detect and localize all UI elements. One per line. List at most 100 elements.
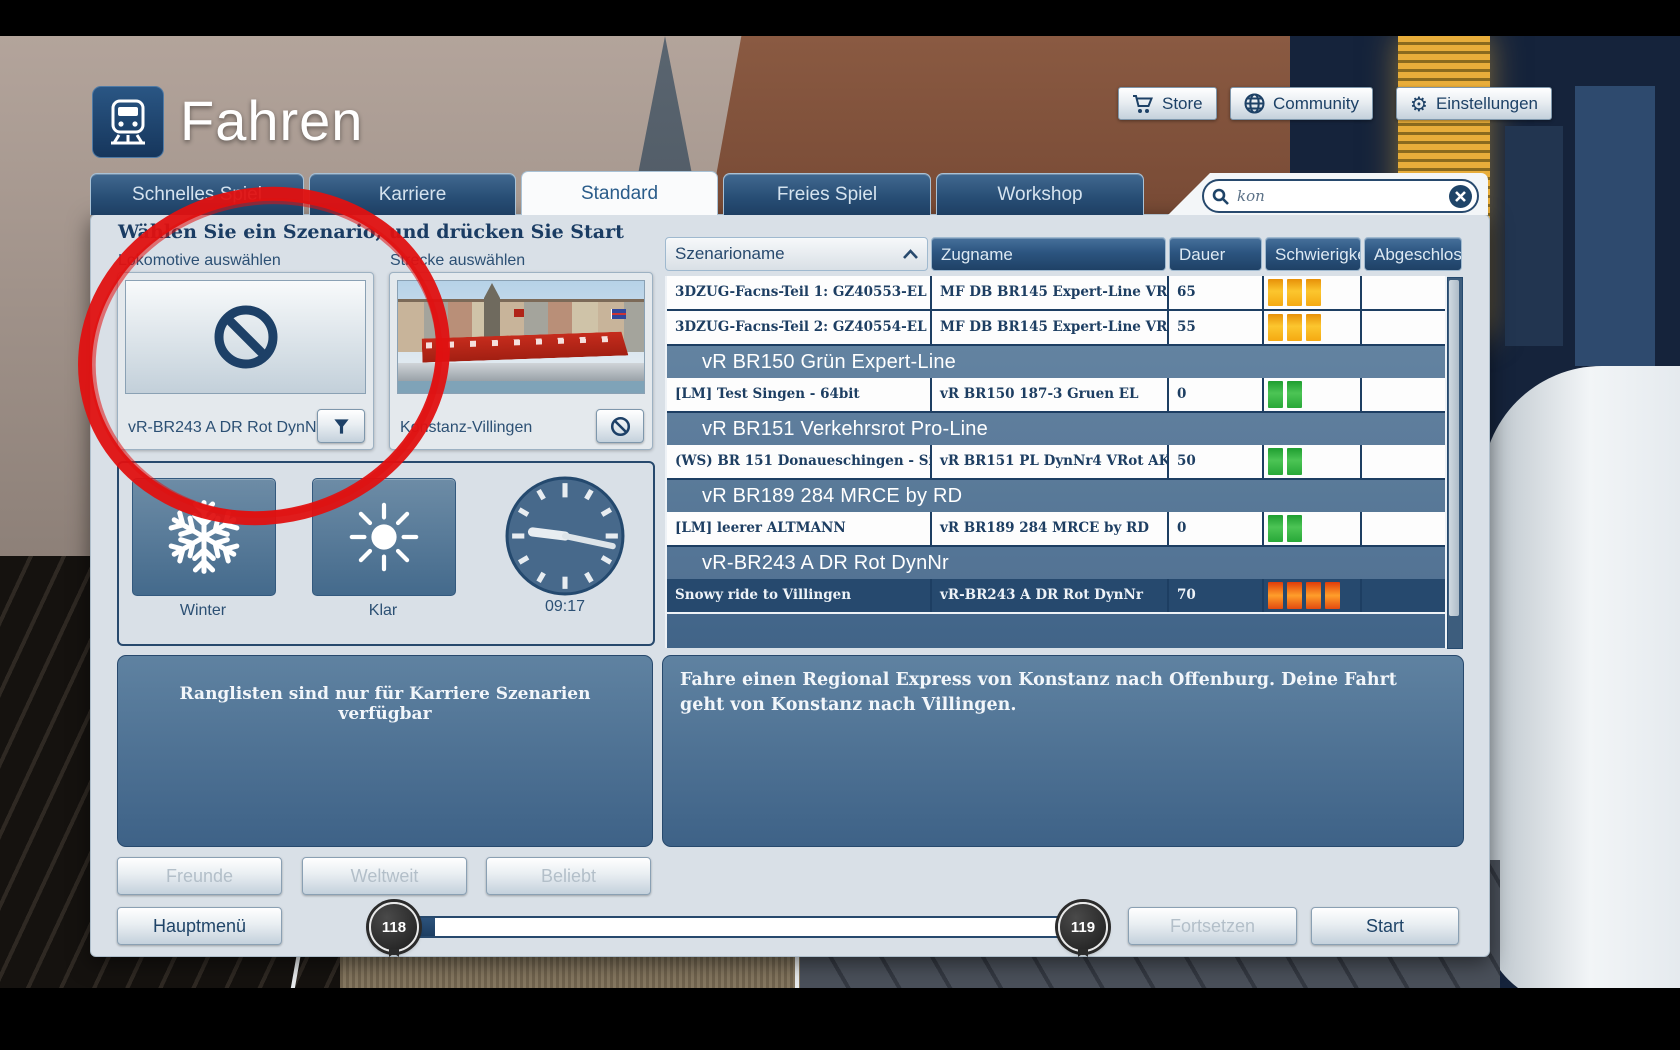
- column-label: Zugname: [941, 245, 1013, 264]
- background-tower: [1575, 86, 1655, 366]
- difficulty-bar: [1325, 582, 1340, 609]
- difficulty-bar: [1306, 279, 1321, 306]
- table-scrollbar[interactable]: [1447, 277, 1463, 649]
- difficulty-bar: [1287, 515, 1302, 542]
- column-header-duration[interactable]: Dauer: [1169, 237, 1262, 271]
- loco-name: vR-BR243 A DR Rot DynNr: [128, 419, 322, 437]
- search-box[interactable]: [1202, 179, 1479, 213]
- table-row[interactable]: Snowy ride to VillingenvR-BR243 A DR Rot…: [667, 579, 1445, 614]
- table-row[interactable]: [LM] leerer ALTMANNvR BR189 284 MRCE by …: [667, 512, 1445, 547]
- popular-button[interactable]: Beliebt: [486, 857, 651, 895]
- table-cell: vR BR150 187-3 Gruen EL: [932, 378, 1167, 411]
- friends-button[interactable]: Freunde: [117, 857, 282, 895]
- progress-track[interactable]: [392, 916, 1085, 938]
- difficulty-bar: [1306, 314, 1321, 341]
- scenario-description-panel: Fahre einen Regional Express von Konstan…: [662, 655, 1464, 847]
- difficulty-bar: [1268, 279, 1283, 306]
- table-group-header[interactable]: vR BR151 Verkehrsrot Pro-Line: [667, 413, 1445, 445]
- close-icon: [1455, 191, 1466, 202]
- table-group-header[interactable]: vR-BR243 A DR Rot DynNr: [667, 547, 1445, 579]
- table-cell: MF DB BR145 Expert-Line VRot: [932, 276, 1167, 309]
- level-badge-left[interactable]: 118: [369, 902, 419, 952]
- tab-freies-spiel[interactable]: Freies Spiel: [723, 173, 931, 215]
- column-label: Dauer: [1179, 245, 1225, 264]
- column-header-train-name[interactable]: Zugname: [931, 237, 1166, 271]
- column-header-scenario-name[interactable]: Szenarioname: [665, 237, 928, 271]
- clock-icon: [504, 475, 626, 597]
- search-input[interactable]: [1235, 186, 1449, 206]
- scrollbar-thumb[interactable]: [1449, 280, 1459, 616]
- loco-filter-button[interactable]: [317, 409, 365, 443]
- resume-button[interactable]: Fortsetzen: [1128, 907, 1297, 945]
- table-cell: 0: [1169, 512, 1262, 545]
- weather-winter-label: Winter: [132, 602, 274, 620]
- difficulty-bar: [1287, 381, 1302, 408]
- table-cell: vR BR151 PL DynNr4 VRot AK69: [932, 445, 1167, 478]
- level-badge-right[interactable]: 119: [1058, 902, 1108, 952]
- sort-asc-icon: [903, 249, 918, 259]
- completed-cell: [1362, 579, 1445, 612]
- start-button[interactable]: Start: [1311, 907, 1459, 945]
- worldwide-button[interactable]: Weltweit: [302, 857, 467, 895]
- tab-workshop[interactable]: Workshop: [936, 173, 1144, 215]
- leaderboard-panel: Ranglisten sind nur für Karriere Szenari…: [117, 655, 653, 847]
- table-row[interactable]: (WS) BR 151 Donaueschingen - SingenvR BR…: [667, 445, 1445, 480]
- route-thumb-bridge: [398, 363, 644, 381]
- route-thumbnail: [397, 280, 645, 394]
- community-button[interactable]: Community: [1230, 87, 1373, 120]
- tab-label: Workshop: [997, 184, 1082, 206]
- difficulty-bars: [1264, 276, 1360, 309]
- loco-select-label: Lokomotive auswählen: [118, 252, 281, 270]
- tab-label: Standard: [581, 183, 658, 205]
- completed-cell: [1362, 378, 1445, 411]
- main-menu-button[interactable]: Hauptmenü: [117, 907, 282, 945]
- time-value: 09:17: [504, 598, 626, 616]
- settings-button[interactable]: ⚙ Einstellungen: [1396, 87, 1552, 120]
- weather-winter-tile[interactable]: [132, 478, 276, 596]
- table-row[interactable]: [LM] Test Singen - 64bitvR BR150 187-3 G…: [667, 378, 1445, 413]
- search-icon: [1212, 188, 1229, 205]
- tab-standard[interactable]: Standard: [521, 171, 718, 215]
- loco-picker-card[interactable]: vR-BR243 A DR Rot DynNr: [117, 272, 374, 450]
- route-picker-card[interactable]: Konstanz-Villingen: [389, 272, 653, 450]
- table-cell: [LM] leerer ALTMANN: [667, 512, 930, 545]
- column-header-difficulty[interactable]: Schwierigke: [1265, 237, 1361, 271]
- difficulty-bar: [1268, 515, 1283, 542]
- tab-label: Freies Spiel: [777, 184, 877, 206]
- select-scenario-heading: Wählen Sie ein Szenario, und drücken Sie…: [118, 221, 624, 243]
- route-clear-button[interactable]: [596, 409, 644, 443]
- table-group-header[interactable]: vR BR189 284 MRCE by RD: [667, 480, 1445, 512]
- resume-label: Fortsetzen: [1170, 916, 1255, 937]
- store-label: Store: [1162, 94, 1203, 114]
- table-cell: 50: [1169, 445, 1262, 478]
- table-cell: [LM] Test Singen - 64bit: [667, 378, 930, 411]
- table-row[interactable]: 3DZUG-Facns-Teil 1: GZ40553-ELMF DB BR14…: [667, 276, 1445, 311]
- search-clear-button[interactable]: [1449, 185, 1472, 208]
- table-cell: 3DZUG-Facns-Teil 2: GZ40554-EL: [667, 311, 930, 344]
- tab-karriere[interactable]: Karriere: [309, 173, 516, 215]
- popular-label: Beliebt: [541, 866, 596, 887]
- table-cell: 3DZUG-Facns-Teil 1: GZ40553-EL: [667, 276, 930, 309]
- scenario-table-body: 3DZUG-Facns-Teil 1: GZ40553-ELMF DB BR14…: [665, 276, 1447, 648]
- tab-schnelles-spiel[interactable]: Schnelles Spiel: [90, 173, 304, 215]
- table-group-header[interactable]: vR BR150 Grün Expert-Line: [667, 346, 1445, 378]
- weather-clear-tile[interactable]: [312, 478, 456, 596]
- main-menu-label: Hauptmenü: [153, 916, 246, 937]
- difficulty-bar: [1287, 582, 1302, 609]
- table-cell: (WS) BR 151 Donaueschingen - Singen: [667, 445, 930, 478]
- column-header-completed[interactable]: Abgeschlos: [1364, 237, 1462, 271]
- sun-icon: [342, 495, 426, 579]
- worldwide-label: Weltweit: [351, 866, 419, 887]
- gear-icon: ⚙: [1410, 94, 1428, 114]
- cart-icon: [1132, 94, 1154, 114]
- column-label: Schwierigke: [1275, 245, 1361, 264]
- table-cell: 65: [1169, 276, 1262, 309]
- weather-time-panel: Winter Klar: [117, 461, 655, 646]
- store-button[interactable]: Store: [1118, 87, 1217, 120]
- globe-icon: [1244, 93, 1265, 114]
- train-icon: [92, 86, 164, 158]
- completed-cell: [1362, 311, 1445, 344]
- badge-value: 118: [382, 919, 406, 936]
- time-clock[interactable]: [504, 475, 626, 597]
- table-row[interactable]: 3DZUG-Facns-Teil 2: GZ40554-ELMF DB BR14…: [667, 311, 1445, 346]
